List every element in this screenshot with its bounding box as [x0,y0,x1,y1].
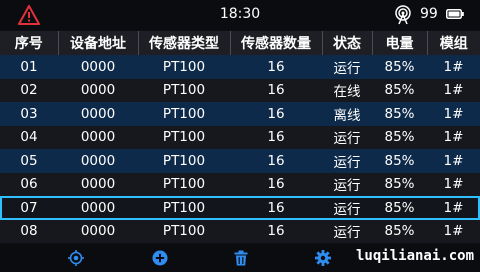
row-sensor-type: PT100 [138,78,230,102]
row-state: 离线 [322,102,372,126]
row-battery: 85% [372,149,427,173]
row-battery: 85% [372,102,427,126]
row-sensor-type: PT100 [138,149,230,173]
col-header-sensor-type[interactable]: 传感器类型 [138,31,231,55]
row-module: 1# [427,55,480,79]
battery-icon [446,9,464,19]
row-state: 运行 [322,55,372,79]
row-sensor-type: PT100 [138,219,230,243]
row-address: 0000 [58,102,138,126]
row-sensor-count: 16 [230,172,322,196]
bottom-toolbar: luqilianai.com [0,244,480,272]
col-header-address[interactable]: 设备地址 [58,31,139,55]
row-address: 0000 [58,125,138,149]
row-module: 1# [427,196,480,220]
row-sensor-count: 16 [230,55,322,79]
row-address: 0000 [58,219,138,243]
row-battery: 85% [372,78,427,102]
table-row-selected[interactable]: 07 0000 PT100 16 运行 85% 1# [0,196,480,220]
watermark-text: luqilianai.com [356,248,475,264]
table-row[interactable]: 04 0000 PT100 16 运行 85% 1# [0,125,480,149]
settings-icon[interactable] [315,250,331,266]
table-row[interactable]: 08 0000 PT100 16 运行 85% 1# [0,219,480,243]
row-sensor-count: 16 [230,149,322,173]
row-module: 1# [427,102,480,126]
table-row[interactable]: 01 0000 PT100 16 运行 85% 1# [0,55,480,79]
row-module: 1# [427,149,480,173]
row-sensor-type: PT100 [138,196,230,220]
table-row[interactable]: 06 0000 PT100 16 运行 85% 1# [0,172,480,196]
row-no: 03 [0,102,58,126]
add-icon[interactable] [152,250,168,266]
row-no: 01 [0,55,58,79]
table-header-row: 序号 设备地址 传感器类型 传感器数量 状态 电量 模组 [0,31,480,55]
row-module: 1# [427,125,480,149]
row-state: 运行 [322,125,372,149]
row-state: 运行 [322,219,372,243]
row-address: 0000 [58,78,138,102]
row-state: 运行 [322,149,372,173]
row-sensor-count: 16 [230,196,322,220]
table-row[interactable]: 02 0000 PT100 16 在线 85% 1# [0,78,480,102]
table-row[interactable]: 05 0000 PT100 16 运行 85% 1# [0,149,480,173]
row-no: 06 [0,172,58,196]
row-no: 07 [0,196,58,220]
col-header-module[interactable]: 模组 [427,31,480,55]
status-bar: 18:30 99 [0,0,480,30]
row-state: 在线 [322,78,372,102]
row-no: 02 [0,78,58,102]
row-sensor-type: PT100 [138,125,230,149]
row-no: 04 [0,125,58,149]
row-sensor-count: 16 [230,102,322,126]
row-module: 1# [427,172,480,196]
row-battery: 85% [372,55,427,79]
row-address: 0000 [58,172,138,196]
col-header-no[interactable]: 序号 [0,31,59,55]
col-header-sensor-count[interactable]: 传感器数量 [230,31,323,55]
row-module: 1# [427,219,480,243]
row-sensor-count: 16 [230,125,322,149]
row-address: 0000 [58,55,138,79]
signal-icon [395,5,411,25]
row-state: 运行 [322,196,372,220]
row-no: 05 [0,149,58,173]
col-header-state[interactable]: 状态 [322,31,373,55]
table-body: 01 0000 PT100 16 运行 85% 1# 02 0000 PT100 16 在线 85% 1#… [0,55,480,243]
delete-icon[interactable] [233,250,249,266]
col-header-battery[interactable]: 电量 [372,31,428,55]
row-address: 0000 [58,149,138,173]
table-row[interactable]: 03 0000 PT100 16 离线 85% 1# [0,102,480,126]
row-sensor-count: 16 [230,78,322,102]
row-sensor-type: PT100 [138,102,230,126]
row-battery: 85% [372,219,427,243]
row-no: 08 [0,219,58,243]
locate-icon[interactable] [68,250,84,266]
row-sensor-type: PT100 [138,55,230,79]
battery-level: 99 [420,6,438,22]
row-sensor-type: PT100 [138,172,230,196]
row-battery: 85% [372,172,427,196]
row-battery: 85% [372,196,427,220]
row-address: 0000 [58,196,138,220]
row-sensor-count: 16 [230,219,322,243]
device-table: 序号 设备地址 传感器类型 传感器数量 状态 电量 模组 01 0000 PT100… [0,31,480,243]
row-state: 运行 [322,172,372,196]
row-battery: 85% [372,125,427,149]
row-module: 1# [427,78,480,102]
